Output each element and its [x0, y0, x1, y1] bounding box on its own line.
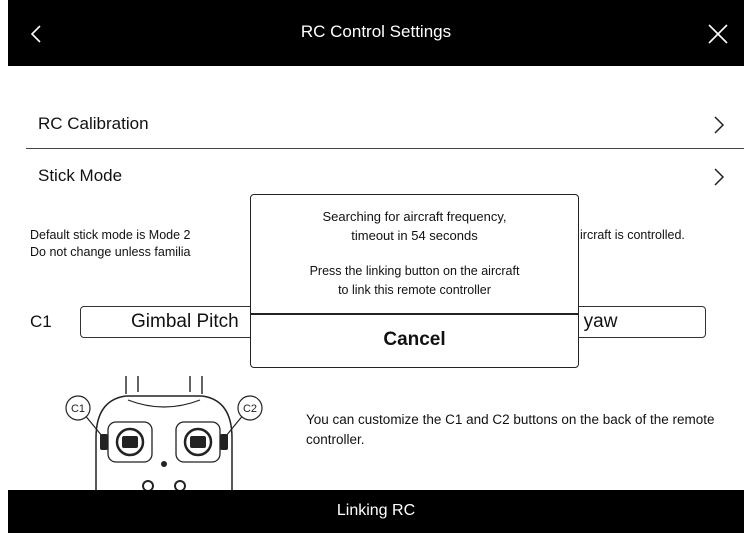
dialog-instruction-text: Press the linking button on the aircraft…	[251, 262, 578, 300]
linking-dialog: Searching for aircraft frequency, timeou…	[250, 194, 579, 368]
c1-value: Gimbal Pitch	[131, 311, 239, 332]
header-bar: RC Control Settings	[8, 0, 744, 66]
close-icon[interactable]	[706, 22, 730, 46]
dialog-line1: Searching for aircraft frequency,	[322, 209, 507, 224]
dialog-line2: timeout in 54 seconds	[351, 228, 478, 243]
app-frame: RC Control Settings RC Calibration Stick…	[8, 0, 744, 533]
remote-controller-illustration: C1 C2	[65, 376, 263, 490]
c1-label: C1	[30, 312, 52, 331]
chevron-right-icon	[714, 168, 725, 186]
dialog-searching-text: Searching for aircraft frequency, timeou…	[251, 207, 578, 245]
stick-note-line1-end: ircraft is controlled.	[580, 228, 685, 242]
c1-badge-label: C1	[71, 403, 85, 415]
chevron-right-icon	[714, 116, 725, 134]
stick-note-line2: Do not change unless familia	[30, 245, 191, 259]
stick-mode-row[interactable]: Stick Mode	[26, 156, 738, 196]
rc-calibration-label: RC Calibration	[38, 114, 149, 133]
divider	[26, 148, 744, 149]
c2-badge-label: C2	[243, 403, 257, 415]
linking-status: Linking RC	[336, 502, 416, 519]
cancel-button[interactable]: Cancel	[251, 315, 578, 365]
rc-calibration-row[interactable]: RC Calibration	[26, 104, 738, 144]
dialog-line3: Press the linking button on the aircraft	[309, 264, 520, 278]
page-title: RC Control Settings	[300, 22, 452, 41]
dialog-line4: to link this remote controller	[338, 283, 491, 297]
stick-mode-label: Stick Mode	[38, 166, 123, 185]
bottom-status-bar: Linking RC	[8, 490, 744, 533]
stick-note-line1: Default stick mode is Mode 2	[30, 228, 191, 242]
customize-note: You can customize the C1 and C2 buttons …	[306, 412, 715, 447]
